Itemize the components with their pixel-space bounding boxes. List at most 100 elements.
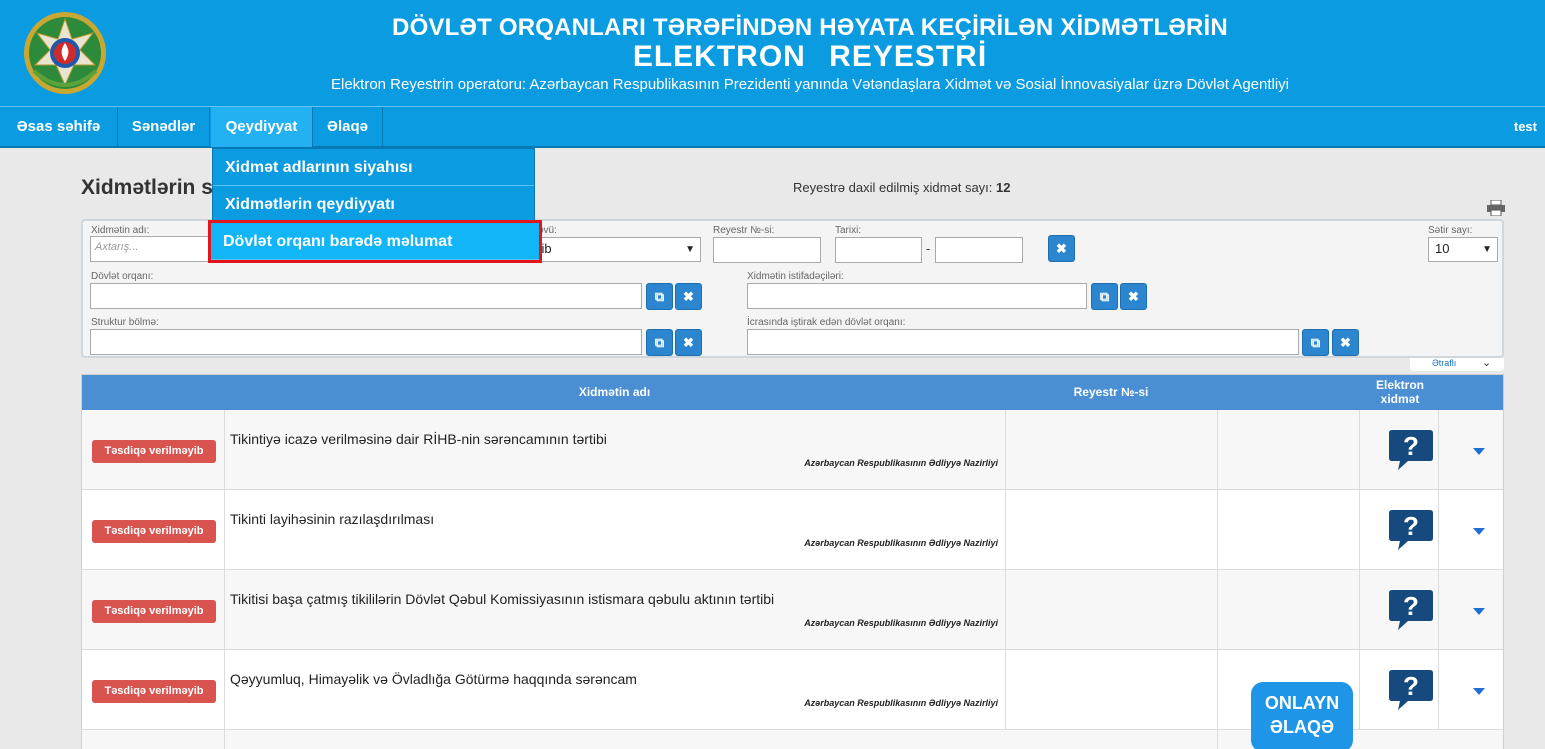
menu-item-service-names-list[interactable]: Xidmət adlarının siyahısı (213, 149, 534, 186)
column-divider (224, 570, 225, 650)
status-badge: Təsdiqə verilməyib (92, 520, 216, 543)
select-arrow-icon: ▼ (685, 244, 695, 255)
question-bubble-icon[interactable]: ? (1388, 668, 1434, 712)
struct-clear-button[interactable]: ✖ (675, 329, 702, 356)
service-org: Azərbaycan Respublikasının Ədliyyə Nazir… (804, 698, 998, 708)
date-to-input[interactable] (935, 237, 1023, 263)
nav-item-contact[interactable]: Əlaqə (313, 107, 383, 147)
column-header-name[interactable]: Xidmətin adı (224, 375, 1005, 410)
gov-org-input[interactable] (90, 283, 642, 309)
column-divider (1359, 490, 1360, 570)
table-row[interactable]: Təsdiqə verilməyib Tikintiyə icazə veril… (82, 410, 1503, 490)
rows-select-value: 10 (1435, 241, 1450, 256)
table-row[interactable]: Təsdiqə verilməyib Tikitisi başa çatmış … (82, 570, 1503, 650)
column-divider (1359, 570, 1360, 650)
expand-row-icon[interactable] (1473, 688, 1485, 695)
service-name[interactable]: Qəyyumluq, Himayəlik və Övladlığa Götürm… (230, 671, 637, 687)
nav-item-documents[interactable]: Sənədlər (118, 107, 210, 147)
column-divider (224, 490, 225, 570)
column-divider (1359, 650, 1360, 730)
svg-text:?: ? (1403, 591, 1419, 621)
struct-popup-button[interactable]: ⧉ (646, 329, 673, 356)
users-input[interactable] (747, 283, 1087, 309)
column-divider (1438, 410, 1439, 490)
select-arrow-icon: ▼ (1482, 244, 1492, 255)
column-header-electronic-line1: Elektron (1375, 378, 1424, 392)
column-divider (1438, 650, 1439, 730)
column-divider (1217, 410, 1218, 490)
rows-label: Sətir sayı: (1428, 225, 1473, 236)
chevron-down-icon: ⌄ (1482, 357, 1492, 369)
rows-select[interactable]: 10 ▼ (1428, 237, 1498, 262)
struct-input[interactable] (90, 329, 642, 355)
service-count-label: Reyestrə daxil edilmiş xidmət sayı: (793, 180, 993, 195)
nav-item-home[interactable]: Əsas səhifə (0, 107, 118, 147)
expand-row-icon[interactable] (1473, 608, 1485, 615)
service-org: Azərbaycan Respublikasının Ədliyyə Nazir… (804, 458, 998, 468)
column-divider (1217, 730, 1218, 749)
online-contact-line1: ONLAYN (1264, 693, 1340, 713)
status-badge: Təsdiqə verilməyib (92, 440, 216, 463)
column-divider (1359, 410, 1360, 490)
column-divider (224, 730, 225, 749)
table-header: Xidmətin adı Reyestr №-si Elektron xidmə… (82, 375, 1503, 410)
service-name[interactable]: Tikinti layihəsinin razılaşdırılması (230, 511, 434, 527)
gov-org-popup-button[interactable]: ⧉ (646, 283, 673, 310)
service-count: Reyestrə daxil edilmiş xidmət sayı: 12 (793, 180, 1011, 195)
column-divider (1005, 490, 1006, 570)
more-filters-toggle[interactable]: Ətraflı ⌄ (1410, 357, 1504, 371)
service-org: Azərbaycan Respublikasının Ədliyyə Nazir… (804, 618, 998, 628)
struct-label: Struktur bölmə: (91, 317, 159, 328)
type-select[interactable]: yib ▼ (528, 237, 701, 262)
table-row[interactable]: Təsdiqə verilməyib Tikinti layihəsinin r… (82, 490, 1503, 570)
expand-row-icon[interactable] (1473, 528, 1485, 535)
status-badge: Təsdiqə verilməyib (92, 680, 216, 703)
column-divider (224, 650, 225, 730)
service-count-value: 12 (996, 180, 1011, 195)
gov-org-clear-button[interactable]: ✖ (675, 283, 702, 310)
service-name[interactable]: Tikintiyə icazə verilməsinə dair RİHB-ni… (230, 431, 607, 447)
user-name[interactable]: test (1514, 107, 1537, 147)
participating-org-label: İcrasında iştirak edən dövlət orqanı: (747, 317, 906, 328)
gov-org-label: Dövlət orqanı: (91, 271, 154, 282)
page-title: Xidmətlərin s (81, 176, 213, 199)
users-label: Xidmətin istifadəçiləri: (747, 271, 844, 282)
column-header-registry-no[interactable]: Reyestr №-si (1005, 375, 1217, 410)
main-nav: Əsas səhifə Sənədlər Qeydiyyat Əlaqə tes… (0, 106, 1545, 148)
question-bubble-icon[interactable]: ? (1388, 508, 1434, 552)
clear-date-button[interactable]: ✖ (1048, 235, 1075, 262)
column-header-electronic: Elektron xidmət (1360, 378, 1440, 406)
question-bubble-icon[interactable]: ? (1388, 428, 1434, 472)
svg-text:?: ? (1403, 671, 1419, 701)
online-contact-button[interactable]: ONLAYN ƏLAQƏ (1251, 682, 1353, 749)
menu-item-services-registration[interactable]: Xidmətlərin qeydiyyatı (213, 186, 534, 223)
header-title-line2: ELEKTRON REYESTRİ (632, 40, 988, 73)
date-from-input[interactable] (835, 237, 922, 263)
menu-item-gov-org-info[interactable]: Dövlət orqanı barədə məlumat (208, 220, 542, 263)
column-divider (1217, 650, 1218, 730)
header-title-line1: DÖVLƏT ORQANLARI TƏRƏFİNDƏN HƏYATA KEÇİR… (392, 14, 1228, 41)
registry-no-input[interactable] (713, 237, 821, 263)
svg-text:?: ? (1403, 511, 1419, 541)
nav-item-registration[interactable]: Qeydiyyat (211, 107, 313, 147)
column-divider (1217, 570, 1218, 650)
column-divider (1217, 490, 1218, 570)
type-label: övü: (538, 225, 557, 236)
expand-row-icon[interactable] (1473, 448, 1485, 455)
users-clear-button[interactable]: ✖ (1120, 283, 1147, 310)
column-divider (1005, 410, 1006, 490)
participating-org-input[interactable] (747, 329, 1299, 355)
service-name[interactable]: Tikitisi başa çatmış tikililərin Dövlət … (230, 591, 774, 607)
column-divider (1438, 570, 1439, 650)
question-bubble-icon[interactable]: ? (1388, 588, 1434, 632)
participating-org-popup-button[interactable]: ⧉ (1302, 329, 1329, 356)
column-divider (224, 410, 225, 490)
svg-text:?: ? (1403, 431, 1419, 461)
print-icon[interactable] (1487, 200, 1505, 216)
service-name-label: Xidmətin adı: (91, 225, 150, 236)
status-badge: Təsdiqə verilməyib (92, 600, 216, 623)
column-divider (1005, 650, 1006, 730)
header-subtitle: Elektron Reyestrin operatoru: Azərbaycan… (330, 76, 1290, 93)
users-popup-button[interactable]: ⧉ (1091, 283, 1118, 310)
participating-org-clear-button[interactable]: ✖ (1332, 329, 1359, 356)
